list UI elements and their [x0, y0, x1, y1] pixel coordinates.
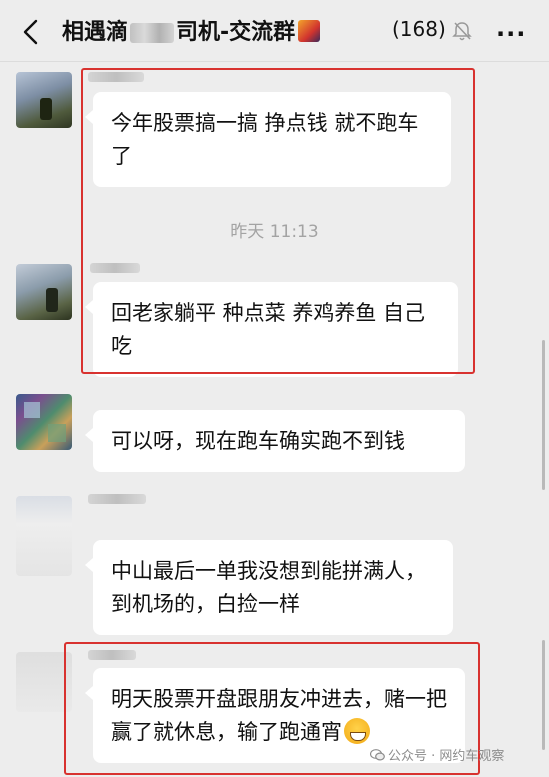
watermark-text: 公众号 · 网约车观察: [388, 749, 505, 764]
chat-header: 相遇滴 司机-交流群 (168) ···: [0, 0, 549, 62]
wechat-official-account-icon: [370, 749, 385, 761]
more-dots-icon[interactable]: ···: [496, 20, 526, 48]
avatar[interactable]: [16, 72, 72, 128]
message-text: 中山最后一单我没想到能拼满人，到机场的，白捡一样: [111, 559, 426, 616]
member-count: (168): [392, 17, 446, 41]
message-bubble[interactable]: 可以呀，现在跑车确实跑不到钱: [85, 410, 465, 472]
city-emoji-icon: [298, 20, 321, 42]
chat-title-end: 司机-交流群: [176, 20, 296, 45]
chat-title: 相遇滴 司机-交流群: [62, 14, 324, 46]
title-redaction: [130, 23, 175, 43]
avatar[interactable]: [16, 496, 72, 576]
watermark: 公众号 · 网约车观察: [370, 745, 504, 764]
scrollbar[interactable]: [542, 640, 545, 750]
chevron-left-icon[interactable]: [20, 18, 44, 46]
message-text: 可以呀，现在跑车确实跑不到钱: [111, 429, 405, 453]
bell-muted-icon: [452, 22, 472, 41]
message-bubble[interactable]: 中山最后一单我没想到能拼满人，到机场的，白捡一样: [85, 540, 453, 635]
scrollbar[interactable]: [542, 340, 545, 490]
highlight-box: [81, 68, 475, 374]
avatar[interactable]: [16, 264, 72, 320]
chat-title-start: 相遇滴: [62, 20, 129, 45]
sender-name-redacted: [88, 494, 146, 504]
avatar[interactable]: [16, 394, 72, 450]
